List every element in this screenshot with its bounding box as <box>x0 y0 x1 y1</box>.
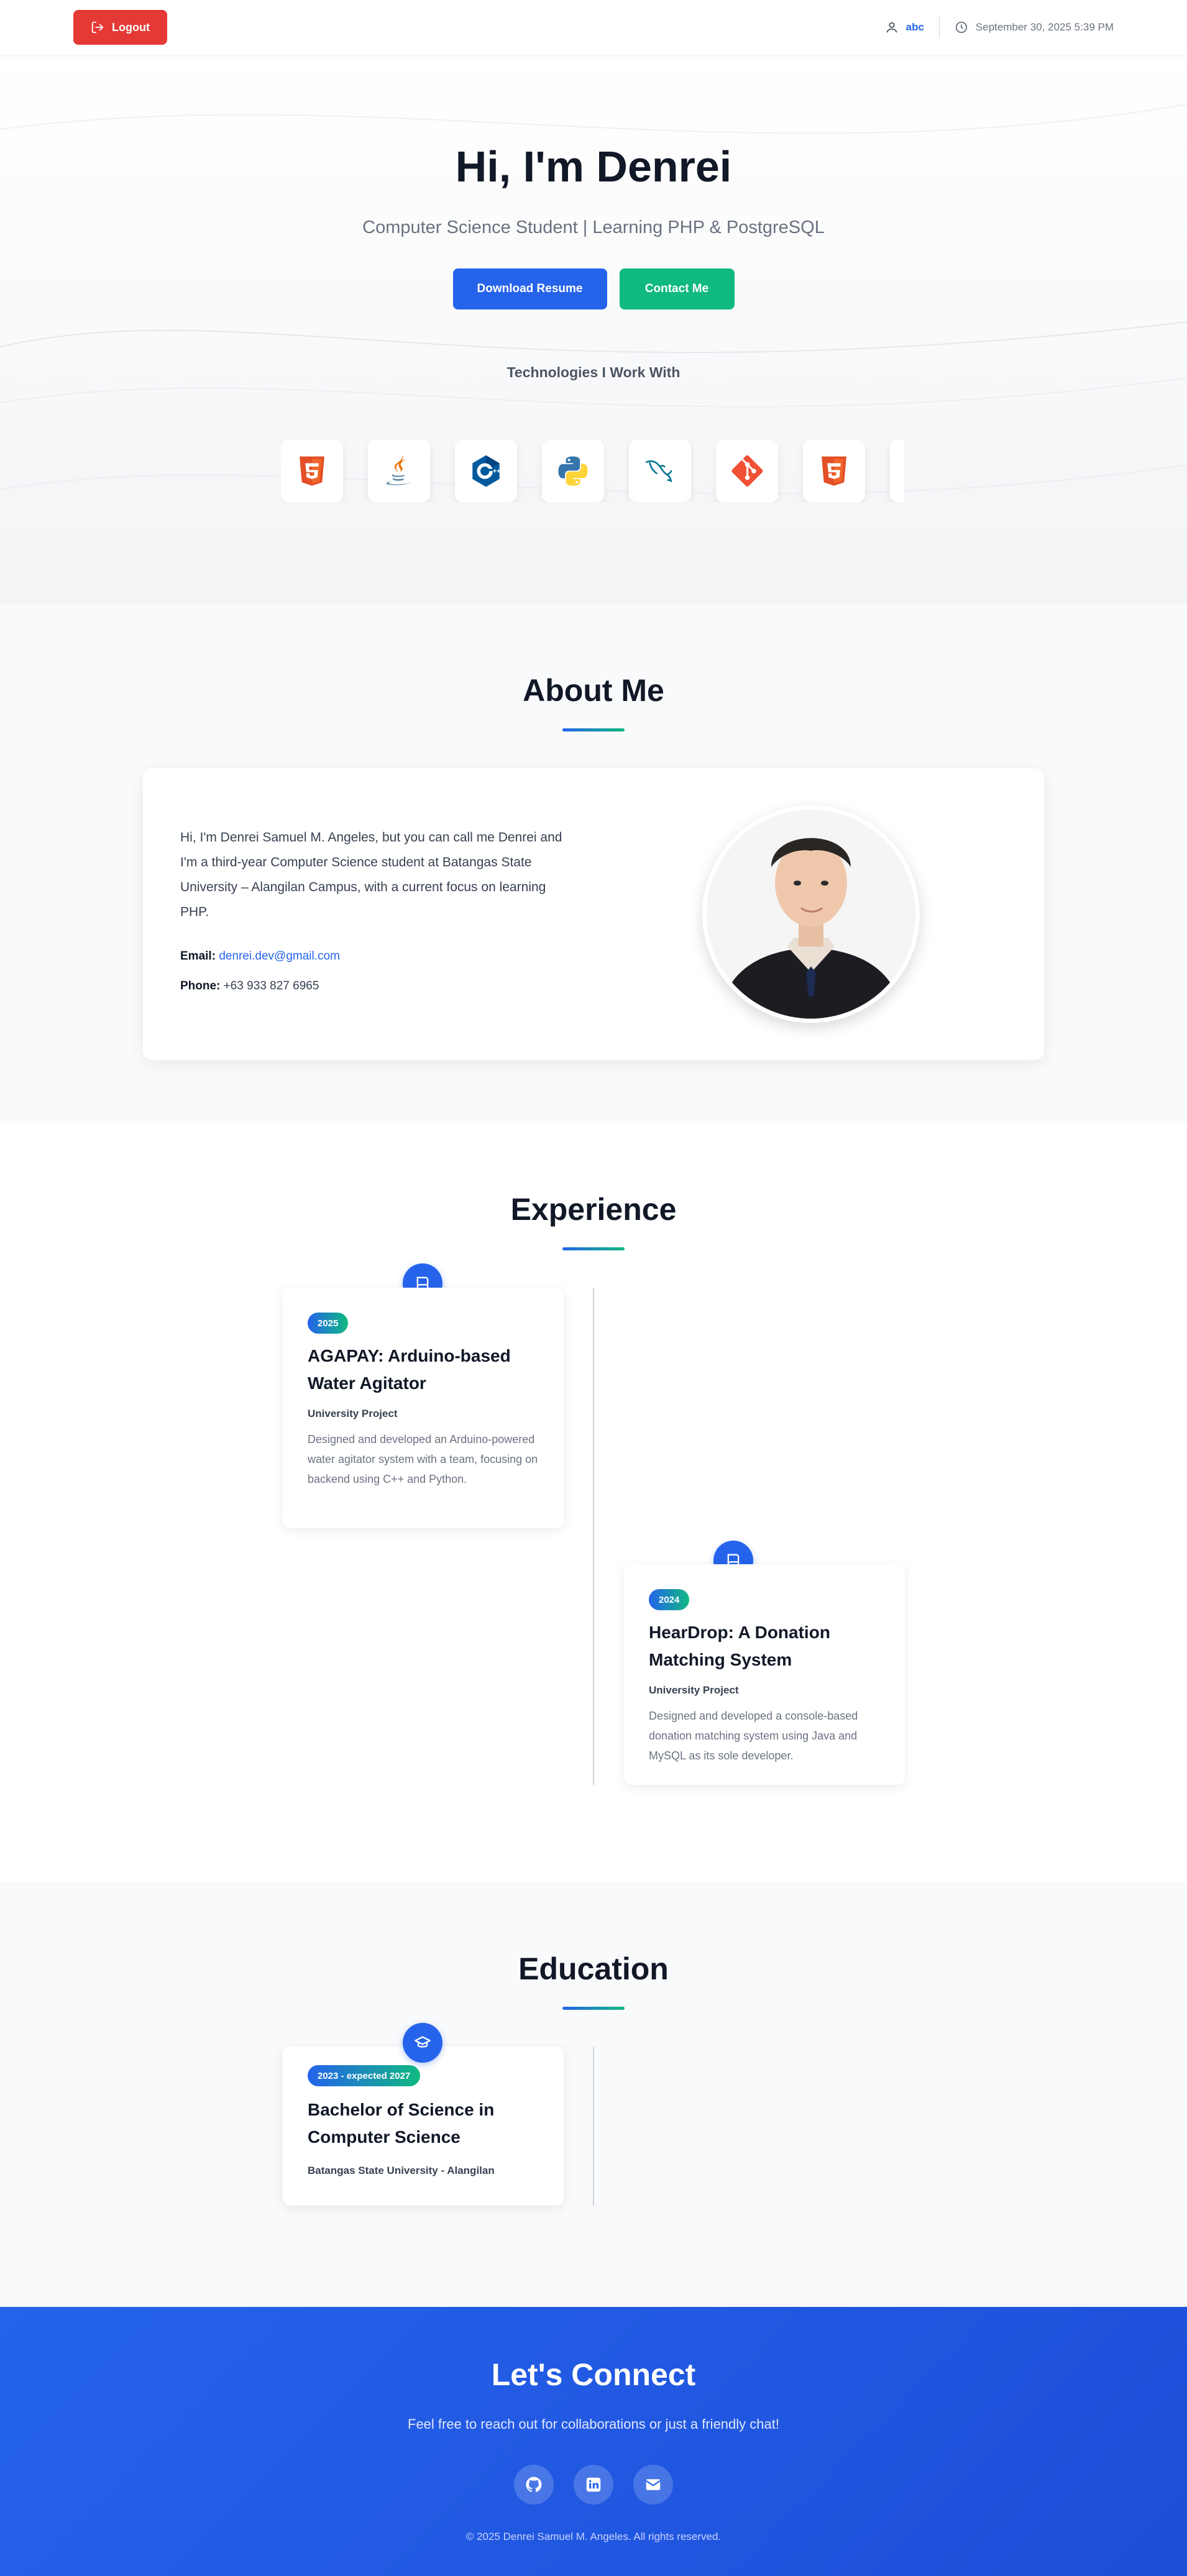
logout-label: Logout <box>112 21 150 34</box>
github-icon <box>526 2477 542 2492</box>
education-card: 2023 - expected 2027 Bachelor of Science… <box>283 2047 564 2206</box>
period-badge: 2023 - expected 2027 <box>308 2065 421 2086</box>
git-icon <box>716 440 778 502</box>
linkedin-icon <box>586 2477 601 2492</box>
github-link[interactable] <box>514 2465 554 2505</box>
footer-subtitle: Feel free to reach out for collaboration… <box>408 2416 779 2432</box>
hero-section: Hi, I'm Denrei Computer Science Student … <box>0 55 1187 604</box>
about-card: Hi, I'm Denrei Samuel M. Angeles, but yo… <box>143 768 1044 1060</box>
card-description: Designed and developed a console-based d… <box>649 1710 858 1762</box>
cplusplus-icon: ++ <box>455 440 517 502</box>
copyright: © 2025 Denrei Samuel M. Angeles. All rig… <box>465 2531 722 2542</box>
email-line: Email: denrei.dev@gmail.com <box>180 950 340 963</box>
phone-value: +63 933 827 6965 <box>223 979 319 992</box>
year-badge: 2024 <box>649 1589 690 1610</box>
social-links <box>0 2465 1187 2505</box>
mysql-icon <box>629 440 691 502</box>
phone-label: Phone: <box>180 979 221 992</box>
title-underline <box>562 2007 625 2010</box>
username: abc <box>905 21 924 33</box>
title-underline <box>562 728 625 731</box>
footer: Let's Connect Feel free to reach out for… <box>0 2307 1187 2576</box>
about-title: About Me <box>523 673 664 708</box>
education-section: Education 2023 - expected 2027 Bachelor … <box>0 1882 1187 2307</box>
profile-photo <box>702 805 920 1023</box>
html5-icon-repeat <box>803 440 865 502</box>
top-navbar: Logout abc September 30, 2025 5:39 PM <box>0 0 1187 55</box>
linkedin-link[interactable] <box>574 2465 613 2505</box>
about-section: About Me Hi, I'm Denrei Samuel M. Angele… <box>0 604 1187 1123</box>
user-status-area: abc September 30, 2025 5:39 PM <box>885 17 1114 38</box>
logout-icon <box>91 21 104 34</box>
card-subtitle: Batangas State University - Alangilan <box>308 2165 495 2176</box>
svg-text:++: ++ <box>493 468 501 475</box>
tech-carousel: ++ <box>281 440 904 502</box>
tech-heading: Technologies I Work With <box>506 364 681 380</box>
contact-me-button[interactable]: Contact Me <box>619 268 735 309</box>
graduation-cap-icon <box>403 2023 442 2063</box>
datetime-display: September 30, 2025 5:39 PM <box>955 21 1114 34</box>
python-icon <box>542 440 604 502</box>
java-icon <box>368 440 430 502</box>
card-title: HearDrop: A Donation Matching System <box>649 1623 830 1669</box>
background-waves <box>0 104 1187 495</box>
year-badge: 2025 <box>308 1313 349 1334</box>
user-icon <box>886 22 897 33</box>
email-link-button[interactable] <box>633 2465 673 2505</box>
experience-section: Experience 2025 AGAPAY: Arduino-based Wa… <box>0 1123 1187 1882</box>
email-icon <box>646 2479 661 2490</box>
card-description: Designed and developed an Arduino-powere… <box>308 1433 538 1485</box>
hero-title: Hi, I'm Denrei <box>455 142 732 191</box>
education-title: Education <box>518 1951 669 1986</box>
clock-icon <box>955 21 968 34</box>
card-title: Bachelor of Science in Computer Science <box>308 2100 495 2147</box>
partial-tech-icon <box>890 440 904 502</box>
hero-buttons: Download Resume Contact Me <box>0 268 1187 309</box>
download-resume-button[interactable]: Download Resume <box>452 268 607 309</box>
hero-subtitle: Computer Science Student | Learning PHP … <box>362 218 825 237</box>
email-link[interactable]: denrei.dev@gmail.com <box>219 950 340 963</box>
html5-icon <box>281 440 343 502</box>
timeline-line <box>593 1288 594 1785</box>
title-underline <box>562 1247 625 1250</box>
experience-card: 2025 AGAPAY: Arduino-based Water Agitato… <box>283 1288 564 1528</box>
email-label: Email: <box>180 950 216 963</box>
footer-title: Let's Connect <box>491 2357 696 2392</box>
about-bio: Hi, I'm Denrei Samuel M. Angeles, but yo… <box>180 830 562 919</box>
timeline-line <box>593 2047 594 2206</box>
card-subtitle: University Project <box>649 1684 739 1696</box>
phone-line: Phone: +63 933 827 6965 <box>180 979 319 993</box>
datetime-text: September 30, 2025 5:39 PM <box>975 21 1114 33</box>
user-info[interactable]: abc <box>885 21 924 34</box>
experience-card: 2024 HearDrop: A Donation Matching Syste… <box>624 1564 905 1785</box>
card-title: AGAPAY: Arduino-based Water Agitator <box>308 1346 511 1393</box>
experience-title: Experience <box>510 1192 677 1227</box>
card-subtitle: University Project <box>308 1408 398 1419</box>
logout-button[interactable]: Logout <box>73 10 167 45</box>
divider <box>938 17 940 38</box>
